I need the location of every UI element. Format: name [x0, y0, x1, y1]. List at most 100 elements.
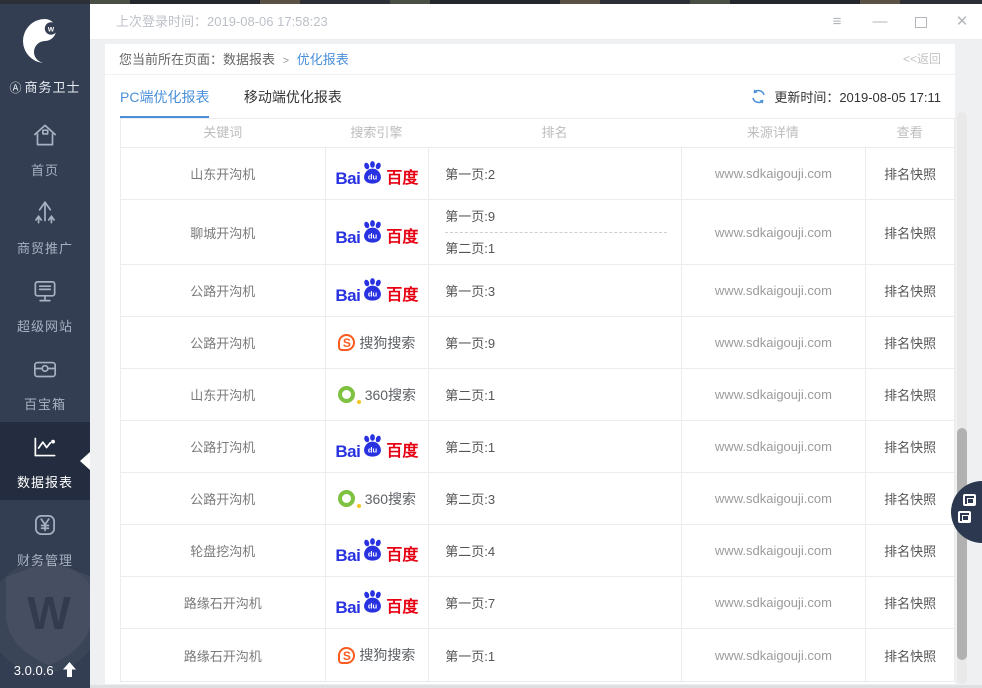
rank-text: 第一页:1 [445, 646, 495, 665]
baidu-cn-text: 百度 [386, 171, 418, 187]
snapshot-link[interactable]: 排名快照 [884, 333, 936, 352]
home-icon [0, 120, 90, 154]
engine-cell: Baidu百度 [325, 525, 429, 576]
baidu-logo-icon: Baidu百度 [335, 537, 418, 564]
source-url: www.sdkaigouji.com [715, 335, 832, 350]
yinyang-logo-icon: w [20, 16, 70, 66]
rank-text: 第一页:9 [445, 333, 495, 352]
rank-cell: 第二页:1 [428, 421, 680, 472]
sidebar-item-home[interactable]: 首页 [0, 110, 90, 188]
main-panel: 您当前所在页面：数据报表 > 优化报表 <<返回 PC端优化报表 移动端优化报表… [105, 44, 955, 684]
baidu-bai-text: Bai [335, 287, 360, 304]
keyword-text: 公路开沟机 [190, 489, 255, 508]
so360-label-text: 360搜索 [365, 385, 416, 405]
svg-text:W: W [27, 587, 71, 639]
keyword-cell: 山东开沟机 [121, 369, 325, 420]
sidebar-nav: 首页 商贸推广 超级网站 [0, 110, 90, 578]
keyword-text: 公路开沟机 [190, 333, 255, 352]
website-monitor-icon [0, 276, 90, 310]
source-url: www.sdkaigouji.com [715, 543, 832, 558]
sidebar-item-promotion[interactable]: 商贸推广 [0, 188, 90, 266]
source-cell: www.sdkaigouji.com [681, 148, 866, 199]
snapshot-link[interactable]: 排名快照 [884, 223, 936, 242]
baidu-cn-text: 百度 [386, 548, 418, 564]
rank-text: 第二页:1 [445, 385, 495, 404]
sidebar-item-toolbox[interactable]: 百宝箱 [0, 344, 90, 422]
close-icon[interactable]: ✕ [954, 14, 970, 30]
table-row: 轮盘挖沟机 Baidu百度 第二页:4 www.sdkaigouji.com 排名快照 [121, 525, 954, 577]
sidebar-item-finance[interactable]: 财务管理 [0, 500, 90, 578]
active-item-notch [80, 452, 90, 470]
engine-cell: Baidu百度 [325, 148, 429, 199]
breadcrumb-separator: > [283, 55, 289, 67]
sogou-label-text: 搜狗搜索 [359, 645, 415, 665]
update-arrow-icon[interactable] [63, 662, 76, 680]
breadcrumb-current[interactable]: 优化报表 [297, 52, 349, 67]
breadcrumb: 您当前所在页面：数据报表 > 优化报表 <<返回 [105, 44, 955, 75]
back-link[interactable]: <<返回 [903, 44, 941, 75]
trademark-badge-icon: Ⓐ [9, 81, 22, 95]
table-row: 公路开沟机 S搜狗搜索 第一页:9 www.sdkaigouji.com 排名快照 [121, 317, 954, 369]
menu-icon[interactable]: ≡ [829, 14, 845, 30]
view-cell: 排名快照 [865, 317, 954, 368]
engine-cell: Baidu百度 [325, 265, 429, 316]
header-rank: 排名 [428, 119, 680, 147]
keyword-cell: 路缘石开沟机 [121, 577, 325, 628]
baidu-logo-icon: Baidu百度 [335, 589, 418, 616]
tab-pc-report[interactable]: PC端优化报表 [120, 87, 209, 118]
refresh-icon[interactable] [750, 88, 767, 105]
rank-text: 第二页:3 [445, 489, 495, 508]
rank-stack: 第一页:9第二页:1 [445, 201, 680, 263]
vertical-scrollbar-thumb[interactable] [957, 428, 967, 660]
view-cell: 排名快照 [865, 148, 954, 199]
snapshot-link[interactable]: 排名快照 [884, 646, 936, 665]
sogou-logo-icon: S搜狗搜索 [338, 333, 415, 353]
report-chart-icon [0, 432, 90, 466]
snapshot-link[interactable]: 排名快照 [884, 385, 936, 404]
source-url: www.sdkaigouji.com [715, 283, 832, 298]
rank-text: 第一页:9 [445, 201, 666, 232]
baidu-bai-text: Bai [335, 599, 360, 616]
source-url: www.sdkaigouji.com [715, 648, 832, 663]
snapshot-link[interactable]: 排名快照 [884, 593, 936, 612]
svg-text:w: w [47, 25, 55, 34]
qr-code-float-button[interactable] [951, 481, 982, 543]
so360-dot-icon [357, 400, 361, 404]
maximize-icon[interactable] [915, 17, 927, 28]
keyword-text: 路缘石开沟机 [184, 593, 262, 612]
sidebar-item-website[interactable]: 超级网站 [0, 266, 90, 344]
version-row: 3.0.0.6 [0, 662, 90, 680]
sidebar-item-data-report[interactable]: 数据报表 [0, 422, 90, 500]
snapshot-link[interactable]: 排名快照 [884, 489, 936, 508]
tab-mobile-report[interactable]: 移动端优化报表 [244, 87, 342, 116]
rank-text: 第二页:4 [445, 541, 495, 560]
keyword-cell: 山东开沟机 [121, 148, 325, 199]
keyword-text: 轮盘挖沟机 [190, 541, 255, 560]
snapshot-link[interactable]: 排名快照 [884, 541, 936, 560]
table-row: 公路开沟机 Baidu百度第一页:3 www.sdkaigouji.com 排名快照 [121, 265, 954, 317]
source-url: www.sdkaigouji.com [715, 225, 832, 240]
source-url: www.sdkaigouji.com [715, 439, 832, 454]
snapshot-link[interactable]: 排名快照 [884, 164, 936, 183]
snapshot-link[interactable]: 排名快照 [884, 281, 936, 300]
baidu-cn-text: 百度 [386, 444, 418, 460]
keyword-cell: 公路打沟机 [121, 421, 325, 472]
minimize-icon[interactable]: — [872, 14, 888, 30]
rank-text: 第二页:1 [445, 232, 666, 263]
baidu-bai-text: Bai [335, 547, 360, 564]
breadcrumb-section: 数据报表 [223, 52, 275, 67]
engine-cell: S搜狗搜索 [325, 317, 429, 368]
baidu-paw-icon: du [361, 277, 384, 304]
keyword-text: 公路开沟机 [190, 281, 255, 300]
vertical-scrollbar-track[interactable] [957, 112, 967, 684]
baidu-paw-icon: du [361, 160, 384, 187]
so360-label-text: 360搜索 [365, 489, 416, 509]
update-time-text: 更新时间：2019-08-05 17:11 [774, 87, 941, 106]
snapshot-link[interactable]: 排名快照 [884, 437, 936, 456]
source-url: www.sdkaigouji.com [715, 491, 832, 506]
sidebar-item-label: 商贸推广 [0, 238, 90, 257]
view-cell: 排名快照 [865, 200, 954, 264]
rank-cell: 第一页:3 [428, 265, 680, 316]
sidebar-item-label: 超级网站 [0, 316, 90, 335]
so360-ring-icon [338, 386, 355, 403]
